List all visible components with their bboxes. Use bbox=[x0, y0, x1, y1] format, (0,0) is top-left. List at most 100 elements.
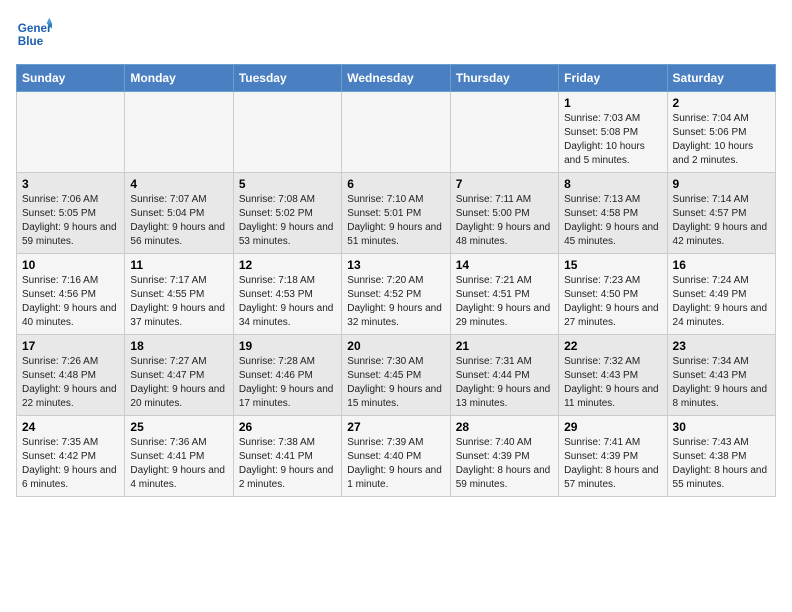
day-number: 25 bbox=[130, 420, 227, 434]
day-number: 7 bbox=[456, 177, 553, 191]
day-number: 16 bbox=[673, 258, 770, 272]
calendar-day-cell: 15 Sunrise: 7:23 AMSunset: 4:50 PMDayligh… bbox=[559, 254, 667, 335]
day-number: 15 bbox=[564, 258, 661, 272]
day-number: 5 bbox=[239, 177, 336, 191]
day-number: 23 bbox=[673, 339, 770, 353]
calendar-day-cell: 29Sunrise: 7:41 AMSunset: 4:39 PMDayligh… bbox=[559, 416, 667, 497]
day-number: 8 bbox=[564, 177, 661, 191]
day-info: Sunrise: 7:16 AMSunset: 4:56 PMDaylight:… bbox=[22, 274, 119, 330]
day-number: 6 bbox=[347, 177, 444, 191]
weekday-header-wednesday: Wednesday bbox=[342, 65, 450, 92]
day-number: 17 bbox=[22, 339, 119, 353]
calendar-day-cell: 30 Sunrise: 7:43 AMSunset: 4:38 PMDayligh… bbox=[667, 416, 775, 497]
day-number: 9 bbox=[673, 177, 770, 191]
calendar-day-cell: 6 Sunrise: 7:10 AMSunset: 5:01 PMDaylight… bbox=[342, 173, 450, 254]
day-info: Sunrise: 7:35 AMSunset: 4:42 PMDaylight:… bbox=[22, 436, 119, 492]
calendar-day-cell: 12 Sunrise: 7:18 AMSunset: 4:53 PMDayligh… bbox=[233, 254, 341, 335]
day-number: 10 bbox=[22, 258, 119, 272]
calendar-day-cell: 24 Sunrise: 7:35 AMSunset: 4:42 PMDayligh… bbox=[17, 416, 125, 497]
day-number: 12 bbox=[239, 258, 336, 272]
weekday-header-tuesday: Tuesday bbox=[233, 65, 341, 92]
day-info: Sunrise: 7:21 AMSunset: 4:51 PMDaylight:… bbox=[456, 274, 553, 330]
day-info: Sunrise: 7:30 AMSunset: 4:45 PMDaylight:… bbox=[347, 355, 444, 411]
day-number: 21 bbox=[456, 339, 553, 353]
calendar-day-cell: 2 Sunrise: 7:04 AMSunset: 5:06 PMDaylight… bbox=[667, 92, 775, 173]
svg-text:Blue: Blue bbox=[18, 35, 44, 48]
weekday-header-monday: Monday bbox=[125, 65, 233, 92]
calendar-day-cell: 27 Sunrise: 7:39 AMSunset: 4:40 PMDayligh… bbox=[342, 416, 450, 497]
day-info: Sunrise: 7:43 AMSunset: 4:38 PMDaylight:… bbox=[673, 436, 770, 492]
day-info: Sunrise: 7:07 AMSunset: 5:04 PMDaylight:… bbox=[130, 193, 227, 249]
calendar-day-cell: 7Sunrise: 7:11 AMSunset: 5:00 PMDaylight… bbox=[450, 173, 558, 254]
day-info: Sunrise: 7:32 AMSunset: 4:43 PMDaylight:… bbox=[564, 355, 661, 411]
logo: General Blue bbox=[16, 16, 52, 52]
day-number: 2 bbox=[673, 96, 770, 110]
logo-icon: General Blue bbox=[16, 16, 52, 52]
day-number: 26 bbox=[239, 420, 336, 434]
calendar-day-cell: 16 Sunrise: 7:24 AMSunset: 4:49 PMDayligh… bbox=[667, 254, 775, 335]
day-info: Sunrise: 7:34 AMSunset: 4:43 PMDaylight:… bbox=[673, 355, 770, 411]
calendar-day-cell: 5 Sunrise: 7:08 AMSunset: 5:02 PMDaylight… bbox=[233, 173, 341, 254]
calendar-day-cell bbox=[233, 92, 341, 173]
day-number: 1 bbox=[564, 96, 661, 110]
day-info: Sunrise: 7:18 AMSunset: 4:53 PMDaylight:… bbox=[239, 274, 336, 330]
calendar-day-cell: 26 Sunrise: 7:38 AMSunset: 4:41 PMDayligh… bbox=[233, 416, 341, 497]
calendar-day-cell: 3Sunrise: 7:06 AMSunset: 5:05 PMDaylight… bbox=[17, 173, 125, 254]
day-number: 3 bbox=[22, 177, 119, 191]
day-info: Sunrise: 7:08 AMSunset: 5:02 PMDaylight:… bbox=[239, 193, 336, 249]
day-info: Sunrise: 7:13 AMSunset: 4:58 PMDaylight:… bbox=[564, 193, 661, 249]
day-number: 30 bbox=[673, 420, 770, 434]
calendar-day-cell: 23 Sunrise: 7:34 AMSunset: 4:43 PMDayligh… bbox=[667, 335, 775, 416]
day-info: Sunrise: 7:24 AMSunset: 4:49 PMDaylight:… bbox=[673, 274, 770, 330]
day-number: 19 bbox=[239, 339, 336, 353]
calendar-body: 1 Sunrise: 7:03 AMSunset: 5:08 PMDaylight… bbox=[17, 92, 776, 497]
calendar-week-row: 3Sunrise: 7:06 AMSunset: 5:05 PMDaylight… bbox=[17, 173, 776, 254]
calendar-week-row: 17 Sunrise: 7:26 AMSunset: 4:48 PMDayligh… bbox=[17, 335, 776, 416]
day-info: Sunrise: 7:10 AMSunset: 5:01 PMDaylight:… bbox=[347, 193, 444, 249]
day-info: Sunrise: 7:36 AMSunset: 4:41 PMDaylight:… bbox=[130, 436, 227, 492]
calendar-day-cell: 14Sunrise: 7:21 AMSunset: 4:51 PMDayligh… bbox=[450, 254, 558, 335]
day-number: 20 bbox=[347, 339, 444, 353]
day-info: Sunrise: 7:17 AMSunset: 4:55 PMDaylight:… bbox=[130, 274, 227, 330]
calendar-week-row: 10 Sunrise: 7:16 AMSunset: 4:56 PMDayligh… bbox=[17, 254, 776, 335]
day-number: 28 bbox=[456, 420, 553, 434]
day-info: Sunrise: 7:04 AMSunset: 5:06 PMDaylight:… bbox=[673, 112, 770, 168]
day-info: Sunrise: 7:38 AMSunset: 4:41 PMDaylight:… bbox=[239, 436, 336, 492]
calendar-day-cell: 9 Sunrise: 7:14 AMSunset: 4:57 PMDaylight… bbox=[667, 173, 775, 254]
calendar-day-cell bbox=[342, 92, 450, 173]
day-info: Sunrise: 7:28 AMSunset: 4:46 PMDaylight:… bbox=[239, 355, 336, 411]
day-info: Sunrise: 7:14 AMSunset: 4:57 PMDaylight:… bbox=[673, 193, 770, 249]
calendar-day-cell: 17 Sunrise: 7:26 AMSunset: 4:48 PMDayligh… bbox=[17, 335, 125, 416]
day-number: 4 bbox=[130, 177, 227, 191]
calendar-day-cell: 1 Sunrise: 7:03 AMSunset: 5:08 PMDaylight… bbox=[559, 92, 667, 173]
weekday-header-thursday: Thursday bbox=[450, 65, 558, 92]
day-info: Sunrise: 7:26 AMSunset: 4:48 PMDaylight:… bbox=[22, 355, 119, 411]
calendar-day-cell: 8 Sunrise: 7:13 AMSunset: 4:58 PMDaylight… bbox=[559, 173, 667, 254]
day-info: Sunrise: 7:03 AMSunset: 5:08 PMDaylight:… bbox=[564, 112, 661, 168]
calendar-day-cell: 22Sunrise: 7:32 AMSunset: 4:43 PMDayligh… bbox=[559, 335, 667, 416]
calendar-day-cell: 4 Sunrise: 7:07 AMSunset: 5:04 PMDaylight… bbox=[125, 173, 233, 254]
calendar-day-cell: 19 Sunrise: 7:28 AMSunset: 4:46 PMDayligh… bbox=[233, 335, 341, 416]
weekday-header-friday: Friday bbox=[559, 65, 667, 92]
day-number: 11 bbox=[130, 258, 227, 272]
page-header: General Blue bbox=[16, 16, 776, 52]
day-number: 27 bbox=[347, 420, 444, 434]
day-info: Sunrise: 7:40 AMSunset: 4:39 PMDaylight:… bbox=[456, 436, 553, 492]
svg-text:General: General bbox=[18, 22, 52, 35]
day-number: 29 bbox=[564, 420, 661, 434]
day-info: Sunrise: 7:39 AMSunset: 4:40 PMDaylight:… bbox=[347, 436, 444, 492]
day-number: 18 bbox=[130, 339, 227, 353]
calendar-day-cell: 25 Sunrise: 7:36 AMSunset: 4:41 PMDayligh… bbox=[125, 416, 233, 497]
weekday-header-saturday: Saturday bbox=[667, 65, 775, 92]
calendar-week-row: 24 Sunrise: 7:35 AMSunset: 4:42 PMDayligh… bbox=[17, 416, 776, 497]
calendar-header: SundayMondayTuesdayWednesdayThursdayFrid… bbox=[17, 65, 776, 92]
weekday-header-sunday: Sunday bbox=[17, 65, 125, 92]
calendar-table: SundayMondayTuesdayWednesdayThursdayFrid… bbox=[16, 64, 776, 497]
calendar-day-cell: 21 Sunrise: 7:31 AMSunset: 4:44 PMDayligh… bbox=[450, 335, 558, 416]
weekday-header-row: SundayMondayTuesdayWednesdayThursdayFrid… bbox=[17, 65, 776, 92]
calendar-day-cell: 11 Sunrise: 7:17 AMSunset: 4:55 PMDayligh… bbox=[125, 254, 233, 335]
day-info: Sunrise: 7:31 AMSunset: 4:44 PMDaylight:… bbox=[456, 355, 553, 411]
calendar-day-cell bbox=[450, 92, 558, 173]
day-number: 24 bbox=[22, 420, 119, 434]
day-info: Sunrise: 7:23 AMSunset: 4:50 PMDaylight:… bbox=[564, 274, 661, 330]
